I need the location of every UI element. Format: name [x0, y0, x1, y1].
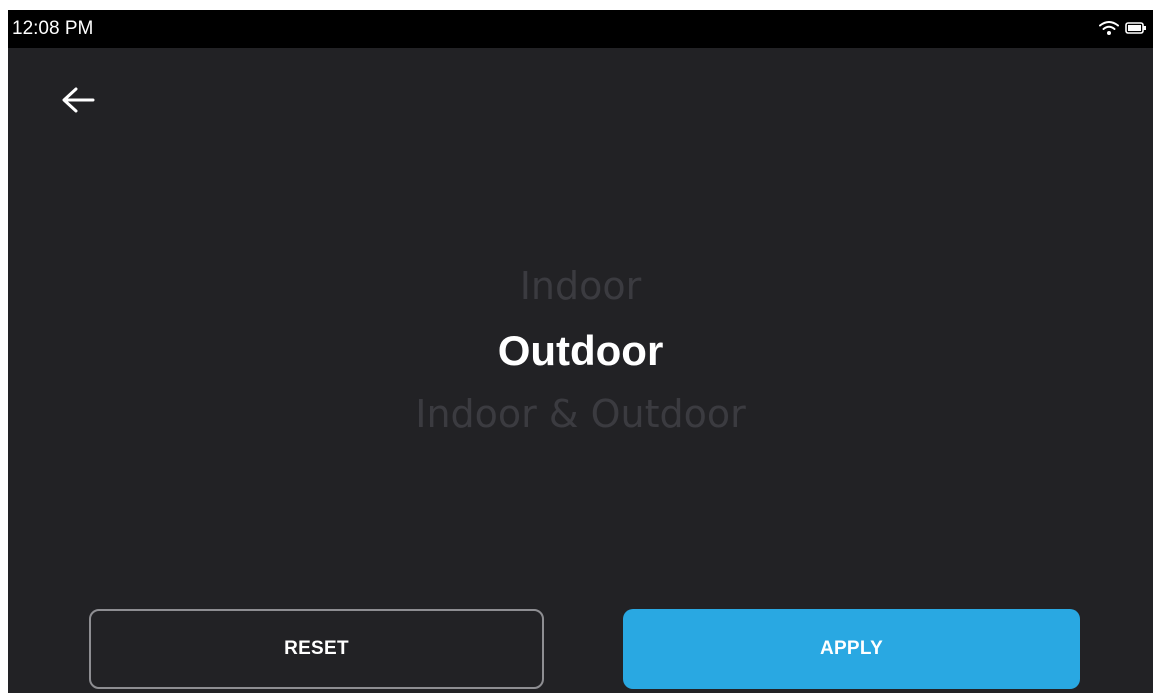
- picker-option-outdoor-selected[interactable]: Outdoor: [8, 325, 1153, 377]
- apply-button[interactable]: APPLY: [623, 609, 1080, 689]
- reset-button[interactable]: RESET: [89, 609, 544, 689]
- app-screen: 12:08 PM Indoor Outdoor Indoor & Outdoor…: [8, 10, 1153, 693]
- status-icons: [1099, 20, 1147, 41]
- picker-option-indoor[interactable]: Indoor: [8, 263, 1153, 309]
- status-time: 12:08 PM: [12, 18, 94, 39]
- battery-icon: [1125, 21, 1147, 40]
- picker-option-indoor-and-outdoor[interactable]: Indoor & Outdoor: [8, 391, 1153, 437]
- status-bar: 12:08 PM: [8, 10, 1153, 48]
- location-picker[interactable]: Indoor Outdoor Indoor & Outdoor: [8, 255, 1153, 445]
- wifi-icon: [1099, 20, 1119, 41]
- apply-button-label: APPLY: [819, 638, 884, 659]
- reset-button-label: RESET: [284, 638, 349, 659]
- back-button[interactable]: [56, 80, 100, 124]
- arrow-left-icon: [61, 87, 95, 118]
